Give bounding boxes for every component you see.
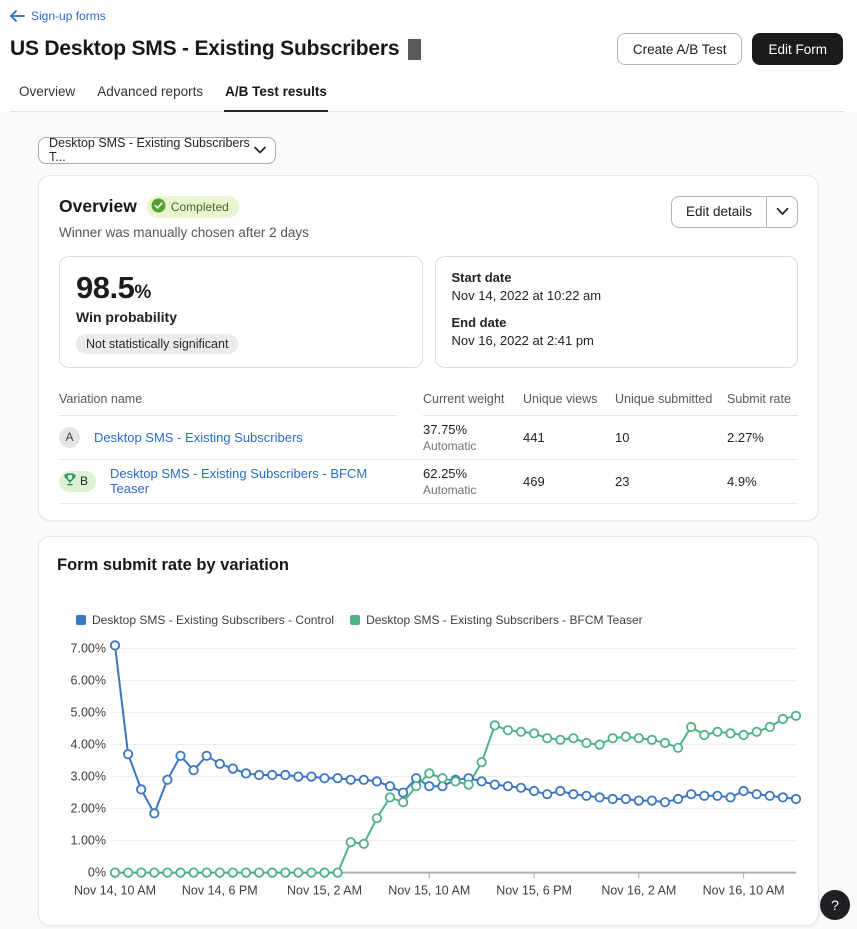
tab-overview[interactable]: Overview <box>18 78 76 111</box>
chart-legend: Desktop SMS - Existing Subscribers - Con… <box>76 613 800 627</box>
back-arrow-icon <box>10 10 25 22</box>
overview-card: Overview Completed Winner was manually c… <box>38 175 819 521</box>
variation-a-unique-views: 441 <box>523 430 615 445</box>
page-title: US Desktop SMS - Existing Subscribers <box>10 37 421 61</box>
svg-text:Nov 15, 2 AM: Nov 15, 2 AM <box>287 883 362 897</box>
trophy-icon <box>64 473 76 489</box>
svg-text:Nov 14, 6 PM: Nov 14, 6 PM <box>182 883 258 897</box>
chart-title: Form submit rate by variation <box>57 556 800 575</box>
back-link-signup-forms[interactable]: Sign-up forms <box>10 9 106 23</box>
svg-text:3.00%: 3.00% <box>71 769 106 783</box>
variation-table-header: Variation name Current weight Unique vie… <box>59 392 798 416</box>
page: Sign-up forms US Desktop SMS - Existing … <box>0 0 857 929</box>
status-badge: Completed <box>147 196 239 218</box>
legend-item-control[interactable]: Desktop SMS - Existing Subscribers - Con… <box>76 613 334 627</box>
legend-item-bfcm-teaser[interactable]: Desktop SMS - Existing Subscribers - BFC… <box>350 613 643 627</box>
variation-a-link[interactable]: Desktop SMS - Existing Subscribers <box>94 430 303 445</box>
overview-subtitle: Winner was manually chosen after 2 days <box>59 225 309 240</box>
submit-rate-chart-card: Form submit rate by variation Desktop SM… <box>38 536 819 926</box>
end-date-label: End date <box>452 315 782 330</box>
submit-rate-line-chart[interactable]: 0% 1.00% 2.00% 3.00% 4.00% 5.00% 6.00% 7.00% Nov… <box>57 629 806 903</box>
svg-text:6.00%: 6.00% <box>71 673 106 687</box>
variation-b-weight: 62.25% <box>423 466 523 481</box>
test-selector-value: Desktop SMS - Existing Subscribers T... <box>49 136 254 164</box>
legend-label-bfcm-teaser: Desktop SMS - Existing Subscribers - BFC… <box>366 613 643 627</box>
variation-b-badge: B <box>80 474 88 488</box>
page-header: Sign-up forms US Desktop SMS - Existing … <box>0 0 857 112</box>
edit-details-split-button: Edit details <box>671 196 798 228</box>
svg-text:4.00%: 4.00% <box>71 737 106 751</box>
overview-card-title: Overview <box>59 196 137 217</box>
back-link-label: Sign-up forms <box>31 9 106 23</box>
col-variation-name: Variation name <box>59 392 397 416</box>
variation-a-unique-submitted: 10 <box>615 430 727 445</box>
svg-text:Nov 16, 2 AM: Nov 16, 2 AM <box>601 883 676 897</box>
win-probability-value: 98.5% <box>76 270 406 306</box>
chevron-down-icon <box>776 204 789 219</box>
variation-b-unique-submitted: 23 <box>615 474 727 489</box>
svg-text:5.00%: 5.00% <box>71 705 106 719</box>
col-unique-views: Unique views <box>523 392 615 416</box>
tab-advanced-reports[interactable]: Advanced reports <box>96 78 204 111</box>
variation-table: Variation name Current weight Unique vie… <box>59 392 798 504</box>
table-row-variation-b: B Desktop SMS - Existing Subscribers - B… <box>59 460 798 504</box>
variation-b-weight-mode: Automatic <box>423 483 523 497</box>
col-current-weight: Current weight <box>423 392 523 416</box>
variation-b-winner-badge: B <box>59 471 96 492</box>
win-probability-box: 98.5% Win probability Not statistically … <box>59 256 423 368</box>
svg-text:1.00%: 1.00% <box>71 833 106 847</box>
variation-a-weight: 37.75% <box>423 422 523 437</box>
edit-form-button[interactable]: Edit Form <box>752 33 843 65</box>
variation-b-link[interactable]: Desktop SMS - Existing Subscribers - BFC… <box>110 466 397 496</box>
start-date-label: Start date <box>452 270 782 285</box>
check-circle-icon <box>151 198 166 216</box>
win-probability-label: Win probability <box>76 309 406 325</box>
table-row-variation-a: A Desktop SMS - Existing Subscribers 37.… <box>59 416 798 460</box>
significance-badge: Not statistically significant <box>76 334 238 354</box>
legend-swatch-bfcm-teaser <box>350 615 360 625</box>
help-button[interactable]: ? <box>820 890 850 920</box>
col-submit-rate: Submit rate <box>727 392 798 416</box>
svg-text:Nov 15, 6 PM: Nov 15, 6 PM <box>496 883 572 897</box>
svg-text:0%: 0% <box>88 865 106 879</box>
variation-b-unique-views: 469 <box>523 474 615 489</box>
test-selector-dropdown[interactable]: Desktop SMS - Existing Subscribers T... <box>38 137 276 164</box>
main-content: Desktop SMS - Existing Subscribers T... … <box>0 112 857 929</box>
status-badge-label: Completed <box>171 200 229 214</box>
svg-text:2.00%: 2.00% <box>71 801 106 815</box>
chevron-down-icon <box>254 143 266 157</box>
legend-label-control: Desktop SMS - Existing Subscribers - Con… <box>92 613 334 627</box>
tab-ab-test-results[interactable]: A/B Test results <box>224 78 328 112</box>
svg-text:Nov 16, 10 AM: Nov 16, 10 AM <box>703 883 785 897</box>
svg-text:7.00%: 7.00% <box>71 641 106 655</box>
redacted-title-fragment <box>408 39 421 60</box>
variation-a-badge: A <box>59 427 80 448</box>
dates-box: Start date Nov 14, 2022 at 10:22 am End … <box>435 256 799 368</box>
header-actions: Create A/B Test Edit Form <box>617 33 845 65</box>
edit-details-menu-button[interactable] <box>766 197 797 227</box>
svg-text:Nov 14, 10 AM: Nov 14, 10 AM <box>74 883 156 897</box>
variation-a-weight-mode: Automatic <box>423 439 523 453</box>
svg-text:Nov 15, 10 AM: Nov 15, 10 AM <box>388 883 470 897</box>
legend-swatch-control <box>76 615 86 625</box>
end-date-value: Nov 16, 2022 at 2:41 pm <box>452 333 782 348</box>
report-tabs: Overview Advanced reports A/B Test resul… <box>10 78 845 112</box>
variation-a-submit-rate: 2.27% <box>727 430 798 445</box>
start-date-value: Nov 14, 2022 at 10:22 am <box>452 288 782 303</box>
col-unique-submitted: Unique submitted <box>615 392 727 416</box>
variation-b-submit-rate: 4.9% <box>727 474 798 489</box>
create-ab-test-button[interactable]: Create A/B Test <box>617 33 743 65</box>
edit-details-button[interactable]: Edit details <box>672 197 766 227</box>
